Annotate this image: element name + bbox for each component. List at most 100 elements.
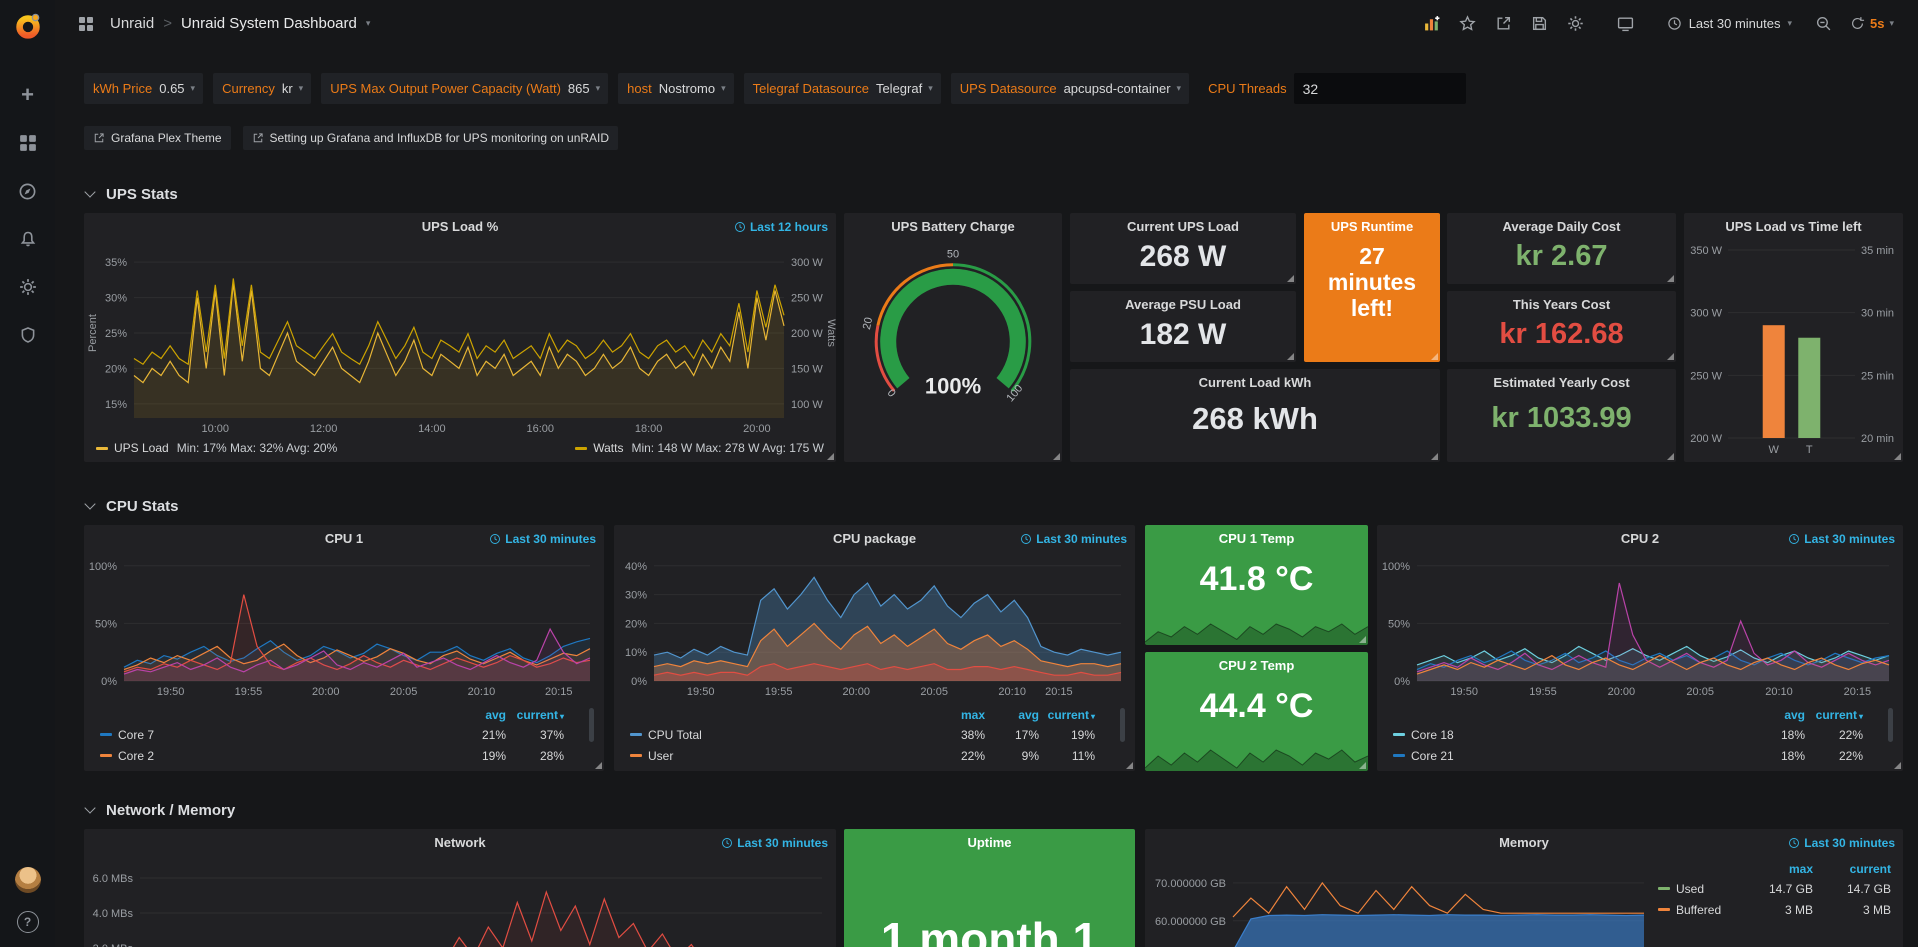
legend-col-max[interactable]: max xyxy=(1733,862,1813,876)
share-icon[interactable] xyxy=(1489,10,1519,38)
server-admin-shield-icon[interactable] xyxy=(17,324,39,346)
panel-cpu2-temp: CPU 2 Temp 44.4 °C xyxy=(1145,652,1368,771)
battery-gauge[interactable]: 02050100100% xyxy=(844,240,1062,456)
cpu1-chart[interactable]: 0%50%100%19:5019:5520:0020:0520:1020:15 xyxy=(84,552,604,699)
add-panel-icon[interactable] xyxy=(1417,10,1447,38)
row-header-ups-stats[interactable]: UPS Stats xyxy=(84,181,178,207)
network-chart[interactable]: 2.0 MBs4.0 MBs6.0 MBs xyxy=(84,856,836,947)
clock-icon xyxy=(1788,533,1800,545)
legend-scrollbar[interactable] xyxy=(1120,708,1125,742)
legend-series-name[interactable]: Core 7 xyxy=(118,728,154,742)
time-range-picker[interactable]: Last 30 minutes ▾ xyxy=(1657,9,1802,39)
legend-col-current[interactable]: current▾ xyxy=(506,708,564,722)
legend-col-current[interactable]: current▾ xyxy=(1039,708,1095,722)
ups-load-chart[interactable]: 15%20%25%30%35%100 W150 W200 W250 W300 W… xyxy=(84,240,836,436)
help-icon[interactable]: ? xyxy=(17,911,39,933)
dashboard-grid-icon[interactable] xyxy=(71,10,101,38)
panel-title[interactable]: CPU 1 Temp xyxy=(1145,525,1368,552)
chevron-down-icon[interactable]: ▾ xyxy=(191,84,204,93)
legend-series-name[interactable]: Watts xyxy=(593,441,623,455)
panel-title[interactable]: CPU 2 xyxy=(1621,531,1659,546)
panel-title[interactable]: Current Load kWh xyxy=(1070,369,1440,396)
chevron-down-icon[interactable]: ▾ xyxy=(366,19,371,28)
variable-currency[interactable]: Currency kr ▾ xyxy=(213,73,311,104)
panel-title[interactable]: CPU 2 Temp xyxy=(1145,652,1368,679)
panel-title[interactable]: CPU 1 xyxy=(325,531,363,546)
svg-text:2.0 MBs: 2.0 MBs xyxy=(93,943,134,947)
cycle-view-tv-icon[interactable] xyxy=(1611,10,1641,38)
legend-series-name[interactable]: CPU Total xyxy=(648,728,702,742)
panel-title[interactable]: UPS Battery Charge xyxy=(891,219,1015,234)
legend-col-avg[interactable]: avg xyxy=(1749,708,1805,722)
svg-text:20%: 20% xyxy=(625,618,647,630)
panel-title[interactable]: This Years Cost xyxy=(1447,291,1676,318)
grafana-logo[interactable] xyxy=(12,10,44,42)
chevron-down-icon[interactable]: ▾ xyxy=(1177,84,1190,93)
panel-title[interactable]: Network xyxy=(434,835,485,850)
cpu2-chart[interactable]: 0%50%100%19:5019:5520:0020:0520:1020:15 xyxy=(1377,552,1903,699)
legend-series-name[interactable]: Used xyxy=(1676,882,1704,896)
svg-text:20:00: 20:00 xyxy=(312,686,340,698)
dashboard: kWh Price 0.65 ▾ Currency kr ▾ UPS Max O… xyxy=(55,47,1918,947)
variable-ups-max-output[interactable]: UPS Max Output Power Capacity (Watt) 865… xyxy=(321,73,608,104)
legend-scrollbar[interactable] xyxy=(589,708,594,742)
chevron-down-icon[interactable]: ▾ xyxy=(721,84,734,93)
legend-col-avg[interactable]: avg xyxy=(985,708,1039,722)
variable-kwh-price[interactable]: kWh Price 0.65 ▾ xyxy=(84,73,203,104)
panel-title[interactable]: Average Daily Cost xyxy=(1447,213,1676,240)
sort-caret-icon: ▾ xyxy=(1091,712,1095,721)
legend-col-current[interactable]: current▾ xyxy=(1805,708,1863,722)
create-icon[interactable]: + xyxy=(17,84,39,106)
svg-text:250 W: 250 W xyxy=(791,293,823,305)
legend-scrollbar[interactable] xyxy=(1888,708,1893,742)
legend-series-name[interactable]: Core 18 xyxy=(1411,728,1454,742)
legend-series-name[interactable]: Buffered xyxy=(1676,903,1721,917)
chevron-down-icon[interactable]: ▾ xyxy=(299,84,312,93)
link-grafana-plex-theme[interactable]: Grafana Plex Theme xyxy=(84,126,231,150)
row-header-cpu-stats[interactable]: CPU Stats xyxy=(84,493,179,519)
dashboards-icon[interactable] xyxy=(17,132,39,154)
panel-title[interactable]: CPU package xyxy=(833,531,916,546)
legend-col-avg[interactable]: avg xyxy=(450,708,506,722)
alerting-bell-icon[interactable] xyxy=(17,228,39,250)
avatar[interactable] xyxy=(15,867,41,893)
link-ups-monitoring-guide[interactable]: Setting up Grafana and InfluxDB for UPS … xyxy=(243,126,619,150)
save-icon[interactable] xyxy=(1525,10,1555,38)
panel-title[interactable]: Memory xyxy=(1499,835,1549,850)
cpu-package-chart[interactable]: 0%10%20%30%40%19:5019:5520:0020:0520:102… xyxy=(614,552,1135,699)
refresh-picker[interactable]: 5s ▾ xyxy=(1844,9,1900,39)
chevron-down-icon xyxy=(84,498,95,509)
legend-col-max[interactable]: max xyxy=(931,708,985,722)
legend-series-name[interactable]: Core 2 xyxy=(118,749,154,763)
legend-series-name[interactable]: User xyxy=(648,749,673,763)
memory-chart[interactable]: 50.000000 GB60.000000 GB70.000000 GB xyxy=(1145,856,1658,947)
variable-telegraf-datasource[interactable]: Telegraf Datasource Telegraf ▾ xyxy=(744,73,941,104)
chevron-down-icon[interactable]: ▾ xyxy=(928,84,941,93)
load-vs-time-chart[interactable]: 200 W250 W300 W350 W20 min25 min30 min35… xyxy=(1684,240,1903,458)
panel-title[interactable]: Estimated Yearly Cost xyxy=(1447,369,1676,396)
legend-col-current[interactable]: current xyxy=(1813,862,1891,876)
explore-icon[interactable] xyxy=(17,180,39,202)
cpu2-legend: avg current▾ Core 18 18% 22% Core 21 18%… xyxy=(1377,706,1903,766)
cpu-threads-input[interactable] xyxy=(1294,73,1466,104)
legend-series-name[interactable]: UPS Load xyxy=(114,441,169,455)
configuration-gear-icon[interactable] xyxy=(17,276,39,298)
singlestat-value: 268 W xyxy=(1070,240,1296,274)
legend-series-name[interactable]: Core 21 xyxy=(1411,749,1454,763)
breadcrumb-dashboard-title[interactable]: Unraid System Dashboard xyxy=(181,15,357,32)
variable-ups-datasource[interactable]: UPS Datasource apcupsd-container ▾ xyxy=(951,73,1189,104)
chevron-down-icon[interactable]: ▾ xyxy=(596,84,609,93)
row-header-network-memory[interactable]: Network / Memory xyxy=(84,797,235,823)
panel-title[interactable]: UPS Runtime xyxy=(1304,213,1440,240)
star-icon[interactable] xyxy=(1453,10,1483,38)
panel-title[interactable]: Current UPS Load xyxy=(1070,213,1296,240)
panel-title[interactable]: UPS Load vs Time left xyxy=(1725,219,1861,234)
settings-gear-icon[interactable] xyxy=(1561,10,1591,38)
panel-title[interactable]: Uptime xyxy=(844,829,1135,856)
zoom-out-icon[interactable] xyxy=(1808,10,1838,38)
breadcrumb-folder[interactable]: Unraid xyxy=(110,15,154,32)
panel-title[interactable]: UPS Load % xyxy=(422,219,499,234)
panel-title[interactable]: Average PSU Load xyxy=(1070,291,1296,318)
variable-host[interactable]: host Nostromo ▾ xyxy=(618,73,733,104)
svg-text:250 W: 250 W xyxy=(1690,370,1722,382)
